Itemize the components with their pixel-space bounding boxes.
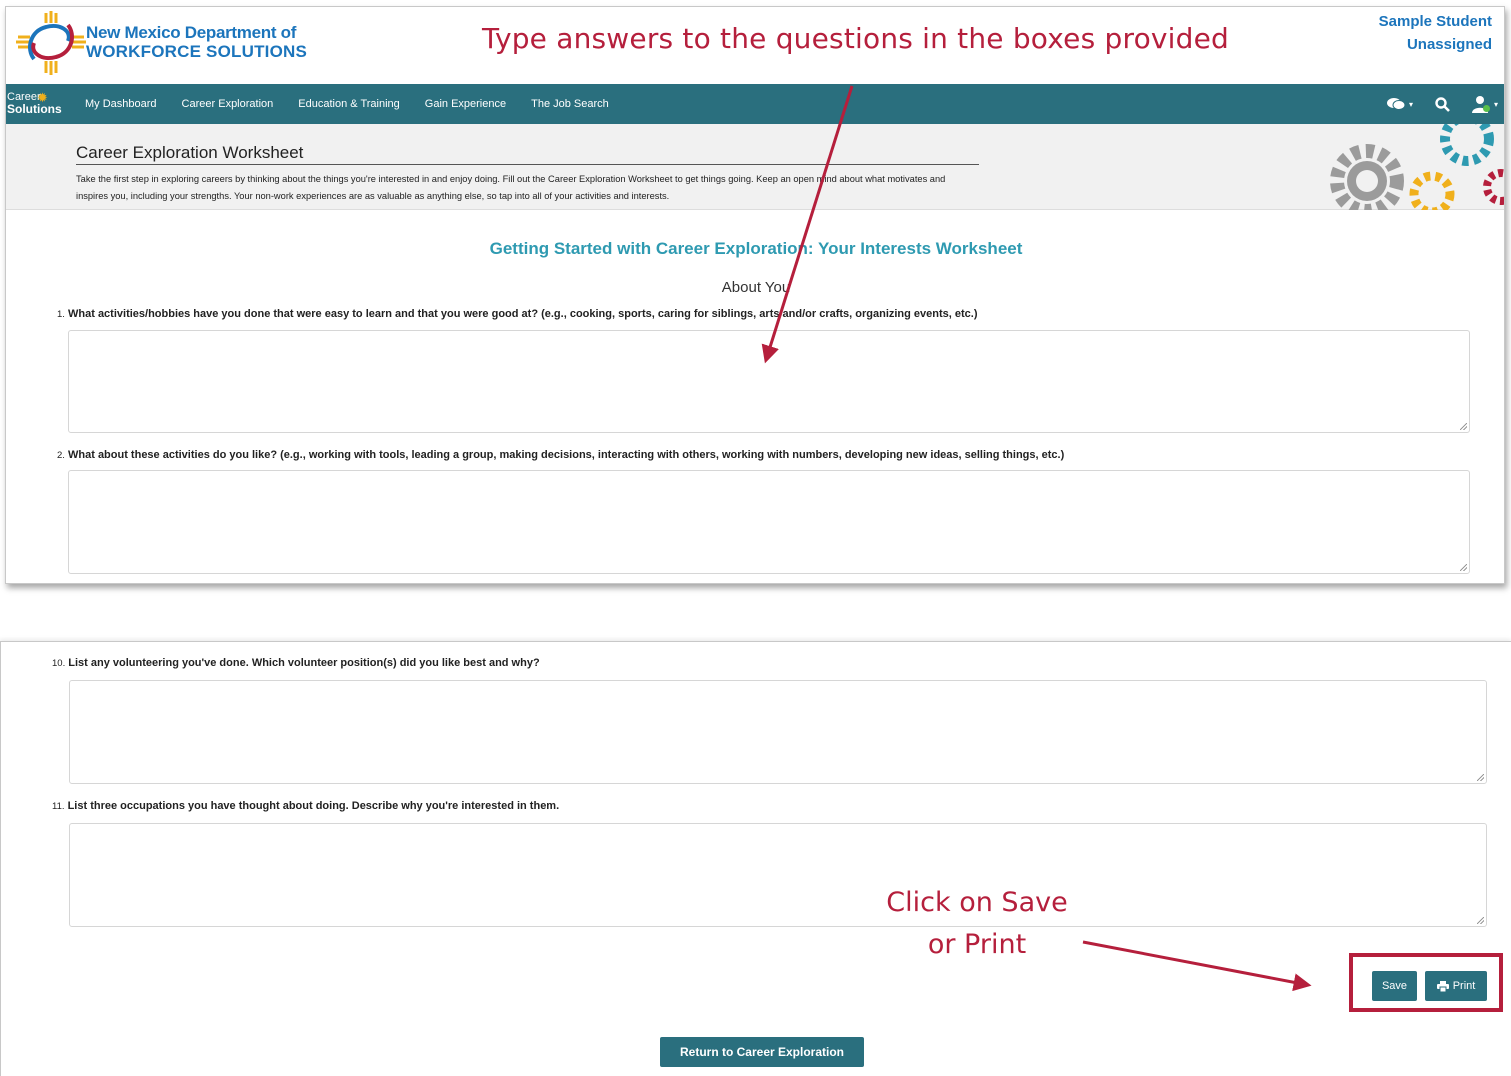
nav-item-my-dashboard[interactable]: My Dashboard: [85, 98, 157, 110]
worksheet-title: Getting Started with Career Exploration:…: [489, 239, 1023, 258]
chevron-down-icon: ▾: [1408, 99, 1413, 109]
question-text: What about these activities do you like?…: [68, 449, 1065, 461]
question-10-answer-field[interactable]: [69, 680, 1487, 784]
question-number: 10.: [52, 658, 66, 669]
resize-handle-icon[interactable]: [1460, 564, 1467, 571]
brand-line-1: New Mexico Department of: [86, 23, 297, 42]
resize-handle-icon[interactable]: [1460, 423, 1467, 430]
nav-item-job-search[interactable]: The Job Search: [531, 98, 609, 110]
gears-icon: [1330, 124, 1504, 210]
brand-line-2: WORKFORCE SOLUTIONS: [86, 42, 308, 61]
nav-icon-group: ▾ ▾: [1365, 84, 1498, 124]
career-solutions-logo[interactable]: Career ✹ Solutions: [7, 90, 69, 119]
user-name[interactable]: Sample Student: [1379, 13, 1492, 30]
return-to-career-exploration-button[interactable]: Return to Career Exploration: [660, 1037, 864, 1067]
instruction-callout-bottom: Click on Save or Print: [877, 882, 1077, 966]
page-title: Career Exploration Worksheet: [76, 143, 979, 165]
page-description: Take the first step in exploring careers…: [76, 174, 946, 201]
search-icon[interactable]: [1435, 96, 1450, 112]
question-10-label: 10. List any volunteering you've done. W…: [52, 657, 540, 669]
save-print-highlight-box: [1349, 953, 1503, 1012]
main-navbar: Career ✹ Solutions My Dashboard Career E…: [6, 84, 1504, 124]
online-status-icon: [1482, 105, 1490, 112]
zia-sun-logo-icon: [16, 11, 86, 75]
callout-line-1: Click on Save: [886, 887, 1068, 918]
top-screenshot-panel: New Mexico Department of WORKFORCE SOLUT…: [5, 6, 1505, 584]
question-text: What activities/hobbies have you done th…: [68, 308, 978, 320]
question-number: 2.: [57, 450, 65, 461]
question-1-label: 1. What activities/hobbies have you done…: [57, 308, 978, 320]
question-2-answer-field[interactable]: [68, 470, 1470, 574]
resize-handle-icon[interactable]: [1477, 917, 1484, 924]
user-icon[interactable]: ▾: [1471, 95, 1498, 113]
chevron-down-icon: ▾: [1493, 99, 1498, 109]
question-number: 1.: [57, 309, 65, 320]
page-header: Career Exploration Worksheet Take the fi…: [6, 124, 1504, 210]
nav-item-education-training[interactable]: Education & Training: [298, 98, 400, 110]
user-status: Unassigned: [1406, 36, 1492, 53]
question-text: List three occupations you have thought …: [67, 800, 560, 812]
question-number: 11.: [52, 801, 65, 812]
question-2-label: 2. What about these activities do you li…: [57, 449, 1064, 461]
nav-logo-line-2: Solutions: [7, 102, 62, 116]
bottom-screenshot-panel: 10. List any volunteering you've done. W…: [0, 641, 1511, 1076]
resize-handle-icon[interactable]: [1477, 774, 1484, 781]
chat-icon[interactable]: ▾: [1386, 97, 1413, 111]
nav-menu: My Dashboard Career Exploration Educatio…: [85, 84, 634, 124]
section-heading: About You: [721, 279, 791, 296]
question-11-answer-field[interactable]: [69, 823, 1487, 927]
nav-item-gain-experience[interactable]: Gain Experience: [425, 98, 506, 110]
nav-item-career-exploration[interactable]: Career Exploration: [182, 98, 274, 110]
question-1-answer-field[interactable]: [68, 330, 1470, 433]
question-11-label: 11. List three occupations you have thou…: [52, 800, 559, 812]
question-text: List any volunteering you've done. Which…: [68, 657, 540, 669]
callout-line-2: or Print: [927, 929, 1027, 960]
instruction-callout-top: Type answers to the questions in the box…: [482, 22, 1230, 55]
